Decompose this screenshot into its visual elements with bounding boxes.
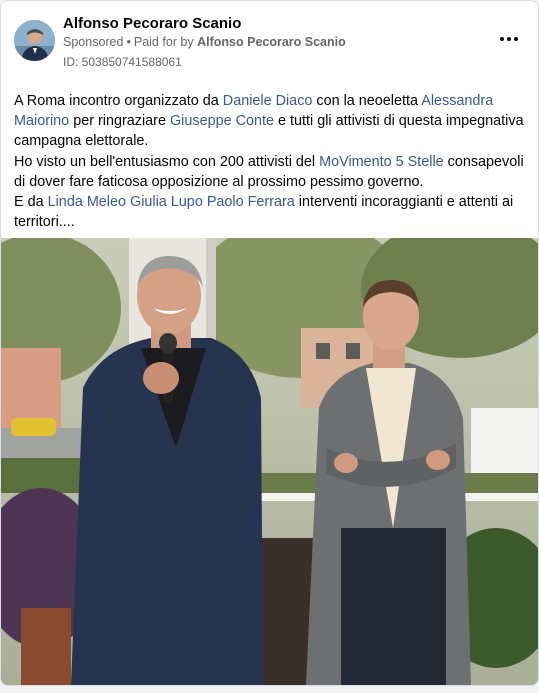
post-text: A Roma incontro organizzato da Daniele D… (14, 91, 524, 232)
paid-for-name[interactable]: Alfonso Pecoraro Scanio (197, 35, 346, 49)
mention-giulia-lupo[interactable]: Giulia Lupo (130, 194, 203, 210)
post-photo[interactable] (1, 238, 538, 685)
mention-daniele-diaco[interactable]: Daniele Diaco (223, 93, 313, 109)
author-name[interactable]: Alfonso Pecoraro Scanio (63, 15, 241, 32)
author-avatar[interactable] (14, 20, 55, 61)
sponsored-post-card: Alfonso Pecoraro Scanio Sponsored • Paid f… (0, 0, 539, 686)
post-header: Alfonso Pecoraro Scanio Sponsored • Paid f… (1, 1, 538, 81)
event-photo-illustration (1, 238, 538, 685)
paid-for-prefix: Paid for by (133, 35, 194, 49)
ad-id: ID: 503850741588061 (63, 55, 182, 69)
mention-giuseppe-conte[interactable]: Giuseppe Conte (170, 113, 274, 129)
meta-separator: • (126, 35, 131, 49)
mention-paolo-ferrara[interactable]: Paolo Ferrara (207, 194, 295, 210)
post-paragraph-2: Ho visto un bell'entusiasmo con 200 atti… (14, 153, 524, 190)
avatar-photo (14, 20, 55, 61)
sponsored-line: Sponsored • Paid for by Alfonso Pecoraro S… (63, 35, 346, 49)
more-horizontal-icon (500, 37, 504, 41)
mention-linda-meleo[interactable]: Linda Meleo (48, 194, 126, 210)
post-paragraph-1: A Roma incontro organizzato da Daniele D… (14, 93, 524, 150)
mention-movimento-5-stelle[interactable]: MoVimento 5 Stelle (319, 154, 444, 170)
sponsored-label[interactable]: Sponsored (63, 35, 123, 49)
more-options-button[interactable] (498, 29, 520, 49)
post-paragraph-3: E da Linda Meleo Giulia Lupo Paolo Ferra… (14, 194, 514, 231)
